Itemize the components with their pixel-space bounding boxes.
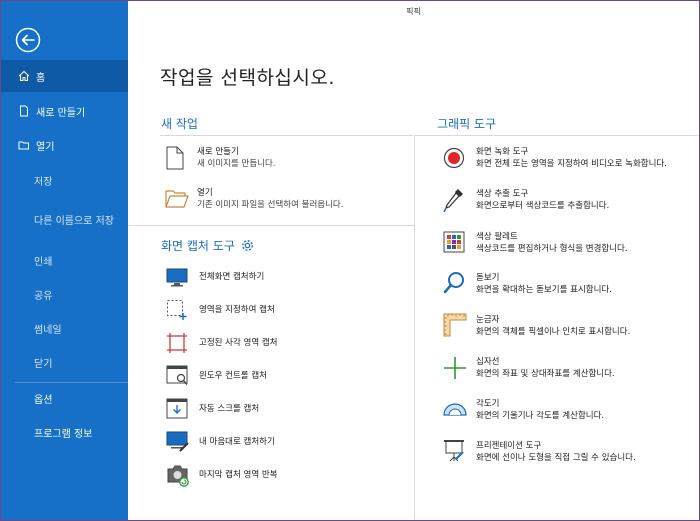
sidebar-item-label: 인쇄 — [34, 256, 53, 268]
item-desc: 화면의 기울기나 각도를 계산합니다. — [476, 411, 605, 421]
palette-icon — [443, 231, 465, 253]
sidebar-item-close[interactable]: 닫기 — [1, 346, 128, 378]
capture-fixed-region[interactable]: 고정된 사각 영역 캡처 — [199, 337, 278, 349]
back-arrow-icon — [15, 27, 41, 53]
tool-magnifier[interactable]: 돋보기화면을 확대하는 돋보기를 표시합니다. — [476, 272, 612, 296]
capture-fullscreen[interactable]: 전체화면 캡처하기 — [199, 271, 264, 283]
item-title: 화면 녹화 도구 — [476, 147, 529, 157]
column-divider — [414, 135, 415, 520]
record-icon — [443, 147, 465, 169]
section-title-new-task: 새 작업 — [161, 117, 198, 131]
capture-region[interactable]: 영역을 지정하여 캡처 — [199, 304, 275, 316]
item-title: 새로 만들기 — [197, 147, 239, 157]
capture-window-control[interactable]: 윈도우 컨트롤 캡처 — [199, 370, 267, 382]
repeat-capture-icon — [167, 465, 189, 487]
tool-crosshair[interactable]: 십자선화면의 좌표 및 상대좌표를 계산합니다. — [476, 356, 615, 380]
item-desc: 새 이미지를 만듭니다. — [197, 159, 276, 169]
sidebar-item-label: 열기 — [36, 141, 55, 153]
ruler-icon — [443, 313, 467, 337]
item-desc: 화면을 확대하는 돋보기를 표시합니다. — [476, 285, 612, 295]
fixed-region-icon — [167, 333, 187, 353]
item-desc: 화면에 선이나 도형을 직접 그릴 수 있습니다. — [476, 453, 636, 463]
freehand-capture-icon — [166, 431, 189, 452]
new-file-icon — [20, 105, 28, 117]
item-desc: 화면으로부터 색상코드를 추출합니다. — [476, 201, 610, 211]
region-capture-icon — [167, 300, 187, 320]
window-control-icon — [166, 365, 188, 385]
back-button[interactable] — [15, 27, 41, 53]
sidebar: 홈 새로 만들기 열기 저장 다른 이름으로 저장 인쇄 공유 썸네일 닫기 옵… — [1, 1, 128, 520]
tool-record[interactable]: 화면 녹화 도구화면 전체 또는 영역을 지정하여 비디오로 녹화합니다. — [476, 146, 667, 170]
divider — [128, 225, 414, 226]
tool-protractor[interactable]: 각도기화면의 기울기나 각도를 계산합니다. — [476, 398, 604, 422]
home-icon — [18, 70, 30, 82]
item-title: 열기 — [197, 188, 213, 198]
sidebar-item-about[interactable]: 프로그램 정보 — [1, 416, 128, 448]
sidebar-item-label: 옵션 — [34, 394, 53, 406]
divider — [414, 135, 699, 136]
item-title: 프리젠테이션 도구 — [476, 441, 542, 451]
sidebar-item-print[interactable]: 인쇄 — [1, 244, 128, 276]
window-title: 픽픽 — [406, 7, 421, 16]
sidebar-item-thumbnail[interactable]: 썸네일 — [1, 312, 128, 344]
tool-presentation[interactable]: 프리젠테이션 도구화면에 선이나 도형을 직접 그릴 수 있습니다. — [476, 440, 636, 464]
divider — [160, 135, 413, 136]
item-title: 십자선 — [476, 357, 500, 367]
section-title-capture: 화면 캡처 도구 — [161, 239, 235, 253]
auto-scroll-icon — [166, 398, 188, 419]
new-task-new[interactable]: 새로 만들기새 이미지를 만듭니다. — [165, 146, 276, 170]
sidebar-item-new[interactable]: 새로 만들기 — [1, 95, 128, 127]
section-title-graphics: 그래픽 도구 — [437, 117, 497, 131]
item-desc: 화면 전체 또는 영역을 지정하여 비디오로 녹화합니다. — [476, 159, 667, 169]
section-title-capture-wrap: 화면 캡처 도구 — [161, 237, 254, 254]
item-title: 눈금자 — [476, 315, 500, 325]
magnifier-icon — [443, 272, 464, 294]
capture-auto-scroll[interactable]: 자동 스크롤 캡처 — [199, 403, 259, 415]
new-task-open[interactable]: 열기기존 이미지 파일을 선택하여 불러옵니다. — [165, 187, 343, 211]
sidebar-item-label: 저장 — [34, 176, 53, 188]
new-file-icon — [166, 146, 184, 170]
item-title: 돋보기 — [476, 273, 500, 283]
folder-icon — [18, 141, 29, 150]
tool-color-palette[interactable]: 색상 팔레트색상코드를 편집하거나 형식을 변경합니다. — [476, 231, 628, 255]
sidebar-item-label: 홈 — [36, 72, 46, 84]
eyedropper-icon — [443, 189, 463, 213]
item-desc: 색상코드를 편집하거나 형식을 변경합니다. — [476, 244, 628, 254]
page-title: 작업을 선택하십시오. — [160, 67, 335, 89]
capture-freehand[interactable]: 내 마음대로 캡처하기 — [199, 436, 275, 448]
crosshair-icon — [444, 357, 466, 379]
open-folder-icon — [165, 190, 189, 208]
sidebar-item-label: 닫기 — [34, 358, 53, 370]
sidebar-item-share[interactable]: 공유 — [1, 278, 128, 310]
sidebar-item-save[interactable]: 저장 — [1, 164, 128, 196]
item-title: 색상 추출 도구 — [476, 189, 529, 199]
capture-repeat[interactable]: 마지막 캡처 영역 반복 — [199, 469, 278, 481]
sidebar-item-label: 썸네일 — [34, 324, 62, 336]
item-title: 색상 팔레트 — [476, 232, 518, 242]
protractor-icon — [443, 403, 467, 416]
sidebar-item-label: 프로그램 정보 — [34, 428, 93, 440]
tool-ruler[interactable]: 눈금자화면의 객체를 픽셀이나 인치로 표시합니다. — [476, 314, 630, 338]
sidebar-item-save-as[interactable]: 다른 이름으로 저장 — [1, 203, 128, 235]
sidebar-item-options[interactable]: 옵션 — [1, 382, 128, 414]
sidebar-item-label: 새로 만들기 — [36, 107, 86, 119]
fullscreen-capture-icon — [166, 268, 188, 287]
sidebar-item-open[interactable]: 열기 — [1, 129, 128, 161]
item-desc: 기존 이미지 파일을 선택하여 불러옵니다. — [197, 200, 344, 210]
sidebar-item-home[interactable]: 홈 — [1, 60, 128, 92]
sidebar-item-label: 공유 — [34, 290, 53, 302]
sidebar-item-label: 다른 이름으로 저장 — [34, 215, 114, 227]
item-desc: 화면의 좌표 및 상대좌표를 계산합니다. — [476, 369, 615, 379]
tool-color-picker[interactable]: 색상 추출 도구화면으로부터 색상코드를 추출합니다. — [476, 188, 609, 212]
item-desc: 화면의 객체를 픽셀이나 인치로 표시합니다. — [476, 327, 631, 337]
app-window: 픽픽 홈 새로 만들기 열기 저장 다른 이름으로 저장 인쇄 공유 썸네일 닫… — [0, 0, 700, 521]
item-title: 각도기 — [476, 399, 500, 409]
presentation-icon — [444, 440, 464, 462]
gear-icon[interactable] — [241, 239, 254, 252]
